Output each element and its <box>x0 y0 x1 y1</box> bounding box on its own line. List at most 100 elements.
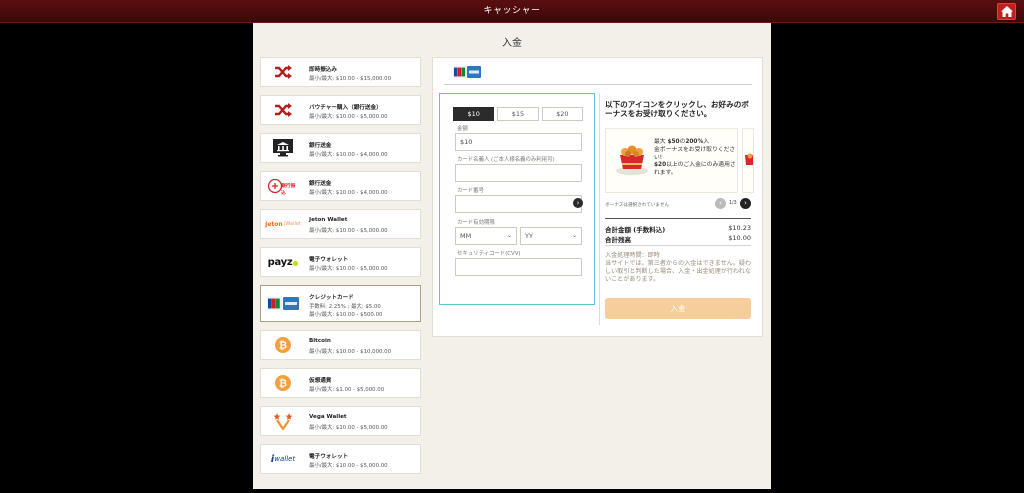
amount-option-20[interactable]: $20 <box>541 107 583 121</box>
cashier-page: 入金 即時振込み 最小/最大: $10.00 - $15,000.00 バウチャ… <box>253 23 771 489</box>
method-limit: 最小/最大: $10.00 - $4,000.00 <box>309 190 388 196</box>
deposit-notes: 入金処理時間：即時 当サイトでは、第三者からの入金はできません。疑わしい取引と判… <box>605 252 755 284</box>
deposit-panel: $10 $15 $20 金額 $10 カード名義人 (ご本人様名義のみ利用可) … <box>432 57 763 337</box>
method-name: Bitcoin <box>309 338 331 344</box>
method-iwallet[interactable]: i wallet 電子ウォレット 最小/最大: $10.00 - $5,000.0… <box>260 444 421 474</box>
summary-divider-2 <box>605 245 751 246</box>
balance-value: $10.00 <box>728 234 751 242</box>
chevron-down-icon: ⌄ <box>571 232 577 239</box>
svg-text:₿: ₿ <box>279 378 287 390</box>
carousel-count: 1/3 <box>729 201 737 206</box>
method-limit: 最小/最大: $10.00 - $5,000.00 <box>309 266 388 272</box>
total-label: 合計金額 (手数料込) <box>605 226 666 234</box>
bonus-description: 最大 $50の200%入 金ボーナスをお受け取りください! $20以上のご入金に… <box>654 139 736 177</box>
method-crypto[interactable]: ₿ 仮想通貨 最小/最大: $1.00 - $5,000.00 <box>260 368 421 398</box>
bonus-card[interactable]: 最大 $50の200%入 金ボーナスをお受け取りください! $20以上のご入金に… <box>605 128 738 193</box>
bonus-title: 以下のアイコンをクリックし、お好みのボーナスをお受け取りください。 <box>605 100 749 118</box>
chevron-down-icon: ⌄ <box>506 232 512 239</box>
expiry-year-value: YY <box>525 232 533 240</box>
method-limit: 最小/最大: $1.00 - $5,000.00 <box>309 387 385 393</box>
expiry-month-select[interactable]: MM ⌄ <box>455 227 517 245</box>
method-instant-transfer[interactable]: 即時振込み 最小/最大: $10.00 - $15,000.00 <box>260 57 421 87</box>
amount-option-15[interactable]: $15 <box>497 107 539 121</box>
bitcoin-icon: ₿ <box>267 334 299 356</box>
carousel-prev-button[interactable]: ‹ <box>715 198 726 209</box>
method-limit: 最小/最大: $10.00 - $10,000.00 <box>309 349 392 355</box>
svg-text:₿: ₿ <box>279 340 287 352</box>
total-value: $10.23 <box>728 224 751 232</box>
jeton-logo-text: Jeton <box>265 220 283 228</box>
iwallet-logo: i wallet <box>270 453 296 465</box>
cvv-input[interactable] <box>455 258 582 276</box>
card-form: $10 $15 $20 金額 $10 カード名義人 (ご本人様名義のみ利用可) … <box>439 93 595 305</box>
method-jeton[interactable]: Jeton |Wallet Jeton Wallet 最小/最大: $10.00 … <box>260 209 421 239</box>
method-name: 仮想通貨 <box>309 378 332 384</box>
bitcoin-icon: ₿ <box>267 372 299 394</box>
balance-label: 合計残高 <box>605 236 631 244</box>
card-number-input[interactable] <box>455 195 582 213</box>
method-limit: 最小/最大: $10.00 - $5,000.00 <box>309 228 388 234</box>
processing-time: 入金処理時間：即時 <box>605 252 660 259</box>
divider <box>599 93 600 325</box>
bank-transfer-logo: 銀行振込 <box>267 175 299 197</box>
payz-logo-text: payz <box>267 256 293 268</box>
bonus-card-next-peek[interactable] <box>742 128 754 193</box>
payment-method-list: 即時振込み 最小/最大: $10.00 - $15,000.00 バウチャー購入… <box>260 57 421 482</box>
page-title: 入金 <box>502 38 522 49</box>
method-fee: 手数料: 2.25% ; 最大: $5.00 <box>309 304 381 310</box>
carousel-next-button[interactable]: › <box>740 198 751 209</box>
bonus-food-icon <box>616 145 648 175</box>
method-name: 銀行送金 <box>309 143 332 149</box>
method-bank-transfer[interactable]: 銀行振込 銀行送金 最小/最大: $10.00 - $4,000.00 <box>260 171 421 201</box>
header-bar: キャッシャー <box>0 0 1024 23</box>
method-vega-wallet[interactable]: Vega Wallet 最小/最大: $10.00 - $5,000.00 <box>260 406 421 436</box>
bank-transfer-logo-text: 銀行振込 <box>281 184 296 196</box>
method-limit: 最小/最大: $10.00 - $500.00 <box>309 312 383 318</box>
card-name-label: カード名義人 (ご本人様名義のみ利用可) <box>457 157 555 163</box>
third-party-notice: 当サイトでは、第三者からの入金はできません。疑わしい取引と判断した場合、入金・出… <box>605 259 752 283</box>
method-voucher[interactable]: バウチャー購入（銀行送金） 最小/最大: $10.00 - $5,000.00 <box>260 95 421 125</box>
jeton-logo: Jeton |Wallet <box>265 220 301 228</box>
method-name: Vega Wallet <box>309 414 347 420</box>
panel-header <box>444 63 752 85</box>
method-limit: 最小/最大: $10.00 - $5,000.00 <box>309 463 388 469</box>
method-limit: 最小/最大: $10.00 - $15,000.00 <box>309 76 392 82</box>
home-icon <box>1001 6 1013 17</box>
method-name: Jeton Wallet <box>309 217 348 223</box>
method-name: 電子ウォレット <box>309 454 349 460</box>
total-row: 合計金額 (手数料込) $10.23 <box>605 224 751 234</box>
credit-card-logos <box>267 292 299 314</box>
method-limit: 最小/最大: $10.00 - $4,000.00 <box>309 152 388 158</box>
card-info-button[interactable]: › <box>573 198 583 208</box>
page-header-title: キャッシャー <box>483 6 541 16</box>
summary-divider <box>605 218 751 219</box>
balance-row: 合計残高 $10.00 <box>605 234 751 244</box>
expiry-year-select[interactable]: YY ⌄ <box>520 227 582 245</box>
amount-input[interactable]: $10 <box>455 133 582 151</box>
method-name: 即時振込み <box>309 67 337 73</box>
shuffle-icon <box>267 99 299 121</box>
method-bank-wire[interactable]: 銀行送金 最小/最大: $10.00 - $4,000.00 <box>260 133 421 163</box>
deposit-button[interactable]: 入金 <box>605 298 751 319</box>
cvv-label: セキュリティコード(CVV) <box>457 251 521 257</box>
home-button[interactable] <box>997 3 1016 20</box>
method-limit: 最小/最大: $10.00 - $5,000.00 <box>309 114 388 120</box>
amount-presets: $10 $15 $20 <box>453 107 583 121</box>
no-bonus-text: ボーナスは選択されていません <box>605 203 670 208</box>
method-credit-card[interactable]: クレジットカード 手数料: 2.25% ; 最大: $5.00 最小/最大: $… <box>260 285 421 322</box>
amount-label: 金額 <box>457 126 468 132</box>
amount-option-10[interactable]: $10 <box>453 107 495 121</box>
expiry-label: カード有効期限 <box>457 220 495 226</box>
method-payz[interactable]: payz 電子ウォレット 最小/最大: $10.00 - $5,000.00 <box>260 247 421 277</box>
payz-logo: payz <box>267 251 299 273</box>
method-name: バウチャー購入（銀行送金） <box>309 105 382 111</box>
method-bitcoin[interactable]: ₿ Bitcoin 最小/最大: $10.00 - $10,000.00 <box>260 330 421 360</box>
iwallet-logo-text: wallet <box>274 455 296 463</box>
bank-icon <box>267 137 299 159</box>
method-limit: 最小/最大: $10.00 - $5,000.00 <box>309 425 388 431</box>
expiry-month-value: MM <box>460 232 472 240</box>
method-name: 銀行送金 <box>309 181 332 187</box>
credit-card-logos <box>453 66 481 78</box>
method-name: 電子ウォレット <box>309 257 349 263</box>
card-name-input[interactable] <box>455 164 582 182</box>
